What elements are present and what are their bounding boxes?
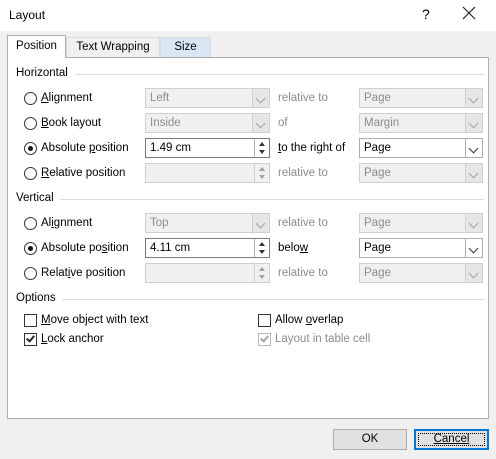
alignment-relation-label: relative to: [278, 92, 328, 104]
v-relative-position-input[interactable]: [145, 263, 270, 283]
lock-anchor-label: Lock anchor: [41, 333, 104, 345]
chevron-down-icon: [465, 164, 482, 182]
tab-position[interactable]: Position: [7, 35, 66, 58]
chevron-down-icon: [465, 89, 482, 107]
v-alignment-radio[interactable]: [24, 217, 37, 230]
alignment-label: Alignment: [41, 92, 93, 104]
layout-in-table-cell-label: Layout in table cell: [275, 333, 371, 345]
horizontal-heading: Horizontal: [16, 67, 68, 79]
layout-in-table-cell-checkbox[interactable]: [258, 333, 271, 346]
v-absolute-position-relation-label: below: [278, 242, 309, 254]
chevron-down-icon: [465, 239, 482, 257]
help-button[interactable]: ?: [422, 6, 430, 22]
v-alignment-relative-to-select[interactable]: Page: [359, 213, 483, 233]
v-absolute-position-label: Absolute position: [41, 242, 129, 254]
spin-up-icon[interactable]: [255, 239, 269, 248]
v-relative-position-radio[interactable]: [24, 267, 37, 280]
chevron-down-icon: [465, 114, 482, 132]
v-absolute-position-below-select[interactable]: Page: [359, 238, 483, 258]
move-object-label: Move object with text: [41, 314, 149, 326]
v-relative-position-relation-label: relative to: [278, 267, 328, 279]
v-alignment-relation-label: relative to: [278, 217, 328, 229]
spin-down-icon[interactable]: [255, 273, 269, 282]
v-relative-position-relative-to-select[interactable]: Page: [359, 263, 483, 283]
relative-position-relation-label: relative to: [278, 167, 328, 179]
absolute-position-label: Absolute position: [41, 142, 129, 154]
title-bar: Layout ?: [0, 0, 496, 31]
relative-position-input[interactable]: [145, 163, 270, 183]
book-layout-radio[interactable]: [24, 117, 37, 130]
alignment-select[interactable]: Left: [145, 88, 270, 108]
absolute-position-relation-label: to the right of: [278, 142, 346, 154]
book-layout-relation-label: of: [278, 117, 288, 129]
v-relative-position-label: Relative position: [41, 267, 126, 279]
spin-up-icon[interactable]: [255, 264, 269, 273]
chevron-down-icon: [252, 89, 269, 107]
tab-size[interactable]: Size: [160, 37, 211, 57]
relative-position-radio[interactable]: [24, 167, 37, 180]
vertical-heading: Vertical: [16, 192, 54, 204]
divider: [62, 299, 484, 300]
spin-down-icon[interactable]: [255, 173, 269, 182]
spin-up-icon[interactable]: [255, 164, 269, 173]
close-icon[interactable]: [461, 5, 477, 21]
ok-button[interactable]: OK: [333, 429, 407, 450]
cancel-button[interactable]: Cancel: [414, 429, 489, 450]
allow-overlap-checkbox[interactable]: [258, 314, 271, 327]
v-alignment-select[interactable]: Top: [145, 213, 270, 233]
chevron-down-icon: [465, 139, 482, 157]
v-absolute-position-input[interactable]: 4.11 cm: [145, 238, 270, 258]
window-title: Layout: [9, 8, 46, 22]
spin-down-icon[interactable]: [255, 248, 269, 257]
spin-up-icon[interactable]: [255, 139, 269, 148]
divider: [76, 74, 484, 75]
absolute-position-right-of-select[interactable]: Page: [359, 138, 483, 158]
move-object-checkbox[interactable]: [24, 314, 37, 327]
allow-overlap-label: Allow overlap: [275, 314, 344, 326]
alignment-radio[interactable]: [24, 92, 37, 105]
chevron-down-icon: [465, 264, 482, 282]
options-heading: Options: [16, 292, 56, 304]
relative-position-relative-to-select[interactable]: Page: [359, 163, 483, 183]
absolute-position-input[interactable]: 1.49 cm: [145, 138, 270, 158]
lock-anchor-checkbox[interactable]: [24, 333, 37, 346]
chevron-down-icon: [252, 114, 269, 132]
spin-down-icon[interactable]: [255, 148, 269, 157]
v-alignment-label: Alignment: [41, 217, 93, 229]
tab-text-wrapping[interactable]: Text Wrapping: [66, 37, 160, 57]
absolute-position-radio[interactable]: [24, 142, 37, 155]
chevron-down-icon: [252, 214, 269, 232]
v-absolute-position-radio[interactable]: [24, 242, 37, 255]
alignment-relative-to-select[interactable]: Page: [359, 88, 483, 108]
relative-position-label: Relative position: [41, 167, 126, 179]
book-layout-select[interactable]: Inside: [145, 113, 270, 133]
chevron-down-icon: [465, 214, 482, 232]
book-layout-of-select[interactable]: Margin: [359, 113, 483, 133]
book-layout-label: Book layout: [41, 117, 102, 129]
divider: [60, 199, 484, 200]
